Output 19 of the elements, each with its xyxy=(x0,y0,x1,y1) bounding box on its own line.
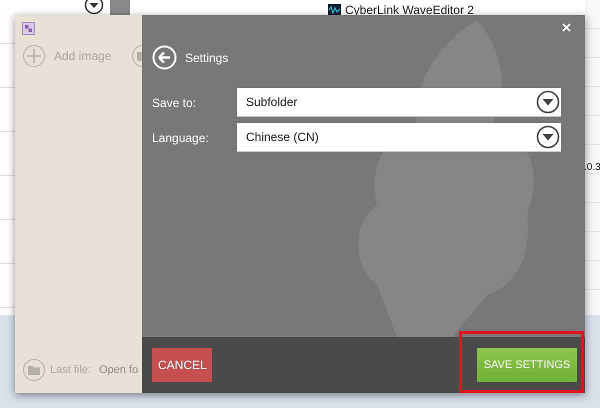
waveform-icon xyxy=(328,4,341,16)
dropdown-icon[interactable] xyxy=(84,0,104,15)
scrollbar xyxy=(110,0,130,15)
back-icon[interactable] xyxy=(152,45,177,70)
last-file-label: Last file: xyxy=(50,364,91,376)
dropdown-field[interactable]: Subfolder xyxy=(237,88,561,117)
cell-value: .0.3 xyxy=(584,162,600,173)
list-item[interactable]: CyberLink WaveEditor 2 xyxy=(345,3,474,17)
field-label: Language: xyxy=(152,130,210,144)
cancel-button[interactable]: CANCEL xyxy=(152,348,212,382)
dropdown-icon[interactable] xyxy=(536,125,560,149)
dropdown-field[interactable]: Chinese (CN) xyxy=(237,123,561,152)
close-icon[interactable] xyxy=(562,23,571,32)
dialog-title: Settings xyxy=(185,50,228,64)
save-button[interactable]: SAVE SETTINGS xyxy=(477,348,577,382)
last-file-value[interactable]: Open fo xyxy=(98,364,138,376)
dropdown-icon[interactable] xyxy=(536,90,560,114)
field-label: Save to: xyxy=(152,96,198,110)
app-icon xyxy=(22,22,35,35)
